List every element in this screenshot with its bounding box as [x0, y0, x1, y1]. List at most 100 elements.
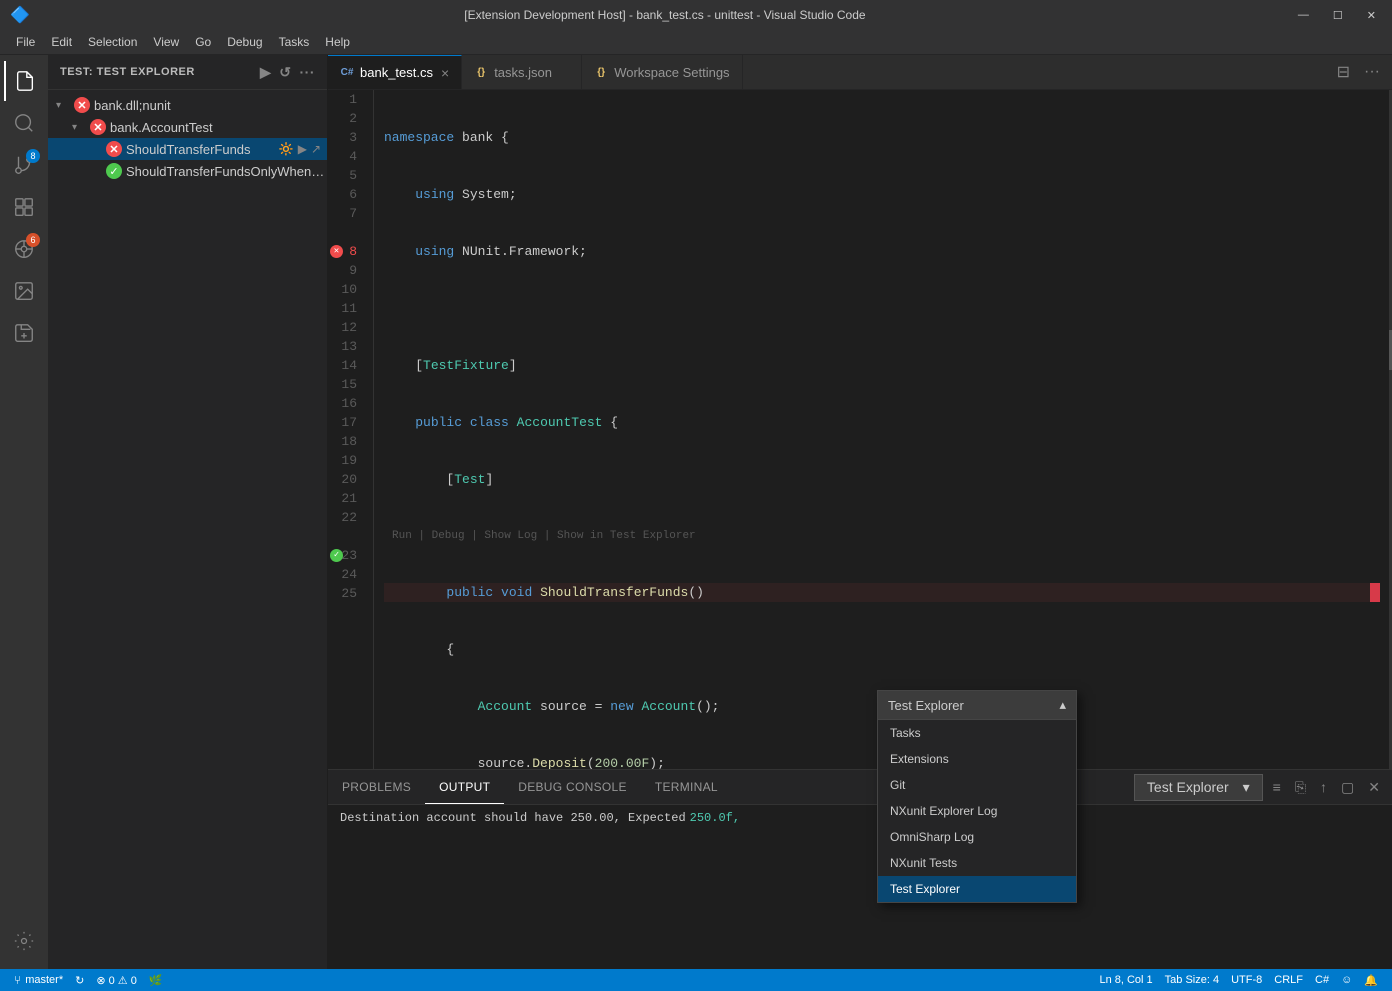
activity-files[interactable]	[4, 61, 44, 101]
scroll-up-button[interactable]: ↑	[1316, 777, 1331, 797]
line-21: 21	[328, 489, 365, 508]
clear-output-button[interactable]: ≡	[1269, 777, 1285, 797]
line-ending[interactable]: CRLF	[1268, 974, 1309, 986]
tab-size[interactable]: Tab Size: 4	[1159, 974, 1225, 986]
split-editor-button[interactable]: ⊟	[1333, 58, 1354, 86]
settings-icon[interactable]	[4, 921, 44, 961]
maximize-button[interactable]: ☐	[1327, 7, 1349, 24]
dropdown-item-nxunit-log[interactable]: NXunit Explorer Log	[878, 798, 1076, 824]
menu-go[interactable]: Go	[187, 32, 219, 52]
line-15: 15	[328, 375, 365, 394]
code-content[interactable]: namespace bank { using System; using NUn…	[374, 90, 1380, 769]
code-line-5: [TestFixture]	[384, 356, 1380, 375]
tab-icon-settings: {}	[594, 65, 608, 79]
debug-test-icon[interactable]: 🔆	[279, 142, 294, 156]
activity-extensions[interactable]	[4, 187, 44, 227]
leaf-status[interactable]: 🌿	[143, 969, 169, 991]
line-20: 20	[328, 470, 365, 489]
code-line-hint1: Run | Debug | Show Log | Show in Test Ex…	[384, 527, 1380, 545]
menu-file[interactable]: File	[8, 32, 43, 52]
notifications-button[interactable]: 🔔	[1358, 974, 1384, 987]
output-channel-selector[interactable]: Test Explorer ▾	[1134, 774, 1263, 801]
menu-debug[interactable]: Debug	[219, 32, 270, 52]
line-8: ✕ 8	[328, 242, 365, 261]
branch-icon: ⑂	[14, 973, 21, 987]
line-24: 24	[328, 565, 365, 584]
cursor-position[interactable]: Ln 8, Col 1	[1093, 974, 1158, 986]
open-test-icon[interactable]: ↗	[311, 142, 321, 156]
dropdown-item-git[interactable]: Git	[878, 772, 1076, 798]
errors-status[interactable]: ⊗ 0 ⚠ 0	[90, 969, 142, 991]
code-line-7: [Test]	[384, 470, 1380, 489]
menu-selection[interactable]: Selection	[80, 32, 145, 52]
feedback-button[interactable]: ☺	[1335, 974, 1358, 986]
git-branch-status[interactable]: ⑂ master*	[8, 969, 69, 991]
minimize-button[interactable]: —	[1292, 7, 1315, 24]
activity-debug[interactable]: 6	[4, 229, 44, 269]
debug-badge: 6	[26, 233, 40, 247]
close-panel-button[interactable]: ✕	[1364, 777, 1384, 798]
menu-edit[interactable]: Edit	[43, 32, 80, 52]
run-test-icon[interactable]: ▶	[298, 142, 307, 156]
tab-problems[interactable]: PROBLEMS	[328, 770, 425, 804]
tree-item-should-transfer-funds-only[interactable]: ✓ ShouldTransferFundsOnlyWhenH...	[48, 160, 327, 182]
tree-label: bank.AccountTest	[110, 120, 213, 135]
sync-status[interactable]: ↻	[69, 969, 90, 991]
line-10: 10	[328, 280, 365, 299]
tree-item-accounttest[interactable]: ▾ ✕ bank.AccountTest	[48, 116, 327, 138]
tree-item-should-transfer-funds[interactable]: ✕ ShouldTransferFunds 🔆 ▶ ↗	[48, 138, 327, 160]
error-status-icon: ✕	[106, 141, 122, 157]
tab-close-button[interactable]: ×	[441, 66, 449, 80]
line-17: 17	[328, 413, 365, 432]
more-tabs-button[interactable]: ···	[1360, 59, 1384, 85]
tree-item-bank-dll[interactable]: ▾ ✕ bank.dll;nunit	[48, 94, 327, 116]
expand-icon: ▾	[72, 122, 88, 133]
dropdown-item-omnisharp[interactable]: OmniSharp Log	[878, 824, 1076, 850]
line-25: 25	[328, 584, 365, 603]
activity-test[interactable]	[4, 313, 44, 353]
output-text: Destination account should have 250.00, …	[340, 811, 686, 825]
activity-search[interactable]	[4, 103, 44, 143]
source-control-badge: 8	[26, 149, 40, 163]
dropdown-item-nxunit-tests[interactable]: NXunit Tests	[878, 850, 1076, 876]
sync-icon: ↻	[75, 974, 84, 987]
dropdown-item-extensions[interactable]: Extensions	[878, 746, 1076, 772]
tab-terminal[interactable]: TERMINAL	[641, 770, 732, 804]
code-line-8: public void ShouldTransferFunds()	[384, 583, 1380, 602]
tab-debug-console[interactable]: DEBUG CONSOLE	[504, 770, 641, 804]
dropdown-arrow: ▴	[1059, 697, 1066, 713]
tab-label: Workspace Settings	[614, 65, 729, 80]
line-19: 19	[328, 451, 365, 470]
menu-help[interactable]: Help	[317, 32, 358, 52]
line-7: 7	[328, 204, 365, 223]
menu-tasks[interactable]: Tasks	[271, 32, 318, 52]
encoding[interactable]: UTF-8	[1225, 974, 1268, 986]
more-actions-button[interactable]: ···	[300, 64, 316, 81]
activity-images[interactable]	[4, 271, 44, 311]
close-button[interactable]: ✕	[1361, 7, 1382, 24]
copy-button[interactable]: ⎘	[1291, 777, 1310, 798]
tab-workspace-settings[interactable]: {} Workspace Settings	[582, 55, 742, 89]
code-line-2: using System;	[384, 185, 1380, 204]
tab-tasks-json[interactable]: {} tasks.json	[462, 55, 582, 89]
tab-label: tasks.json	[494, 65, 552, 80]
editor-scrollbar[interactable]	[1380, 90, 1392, 769]
code-line-4	[384, 299, 1380, 318]
tab-output[interactable]: OUTPUT	[425, 770, 504, 804]
activity-source-control[interactable]: 8	[4, 145, 44, 185]
main-layout: 8 6	[0, 55, 1392, 969]
dropdown-title: Test Explorer	[888, 698, 964, 713]
tab-bank-test[interactable]: C# bank_test.cs ×	[328, 55, 462, 89]
dropdown-item-test-explorer[interactable]: Test Explorer	[878, 876, 1076, 902]
language-mode[interactable]: C#	[1309, 974, 1335, 986]
dropdown-item-tasks[interactable]: Tasks	[878, 720, 1076, 746]
refresh-tests-button[interactable]: ↺	[279, 64, 291, 81]
run-all-tests-button[interactable]: ▶	[260, 64, 271, 81]
panel-tab-actions: Test Explorer ▾ ≡ ⎘ ↑ ▢ ✕	[1134, 770, 1392, 804]
maximize-panel-button[interactable]: ▢	[1337, 777, 1358, 798]
menu-view[interactable]: View	[145, 32, 187, 52]
code-editor[interactable]: 1 2 3 4 5 6 7 ✕ 8 9 10 11 12 13 14 15 16	[328, 90, 1392, 769]
line-ending-text: CRLF	[1274, 974, 1303, 986]
output-text-continued: 250.0f,	[690, 811, 740, 825]
line-1: 1	[328, 90, 365, 109]
